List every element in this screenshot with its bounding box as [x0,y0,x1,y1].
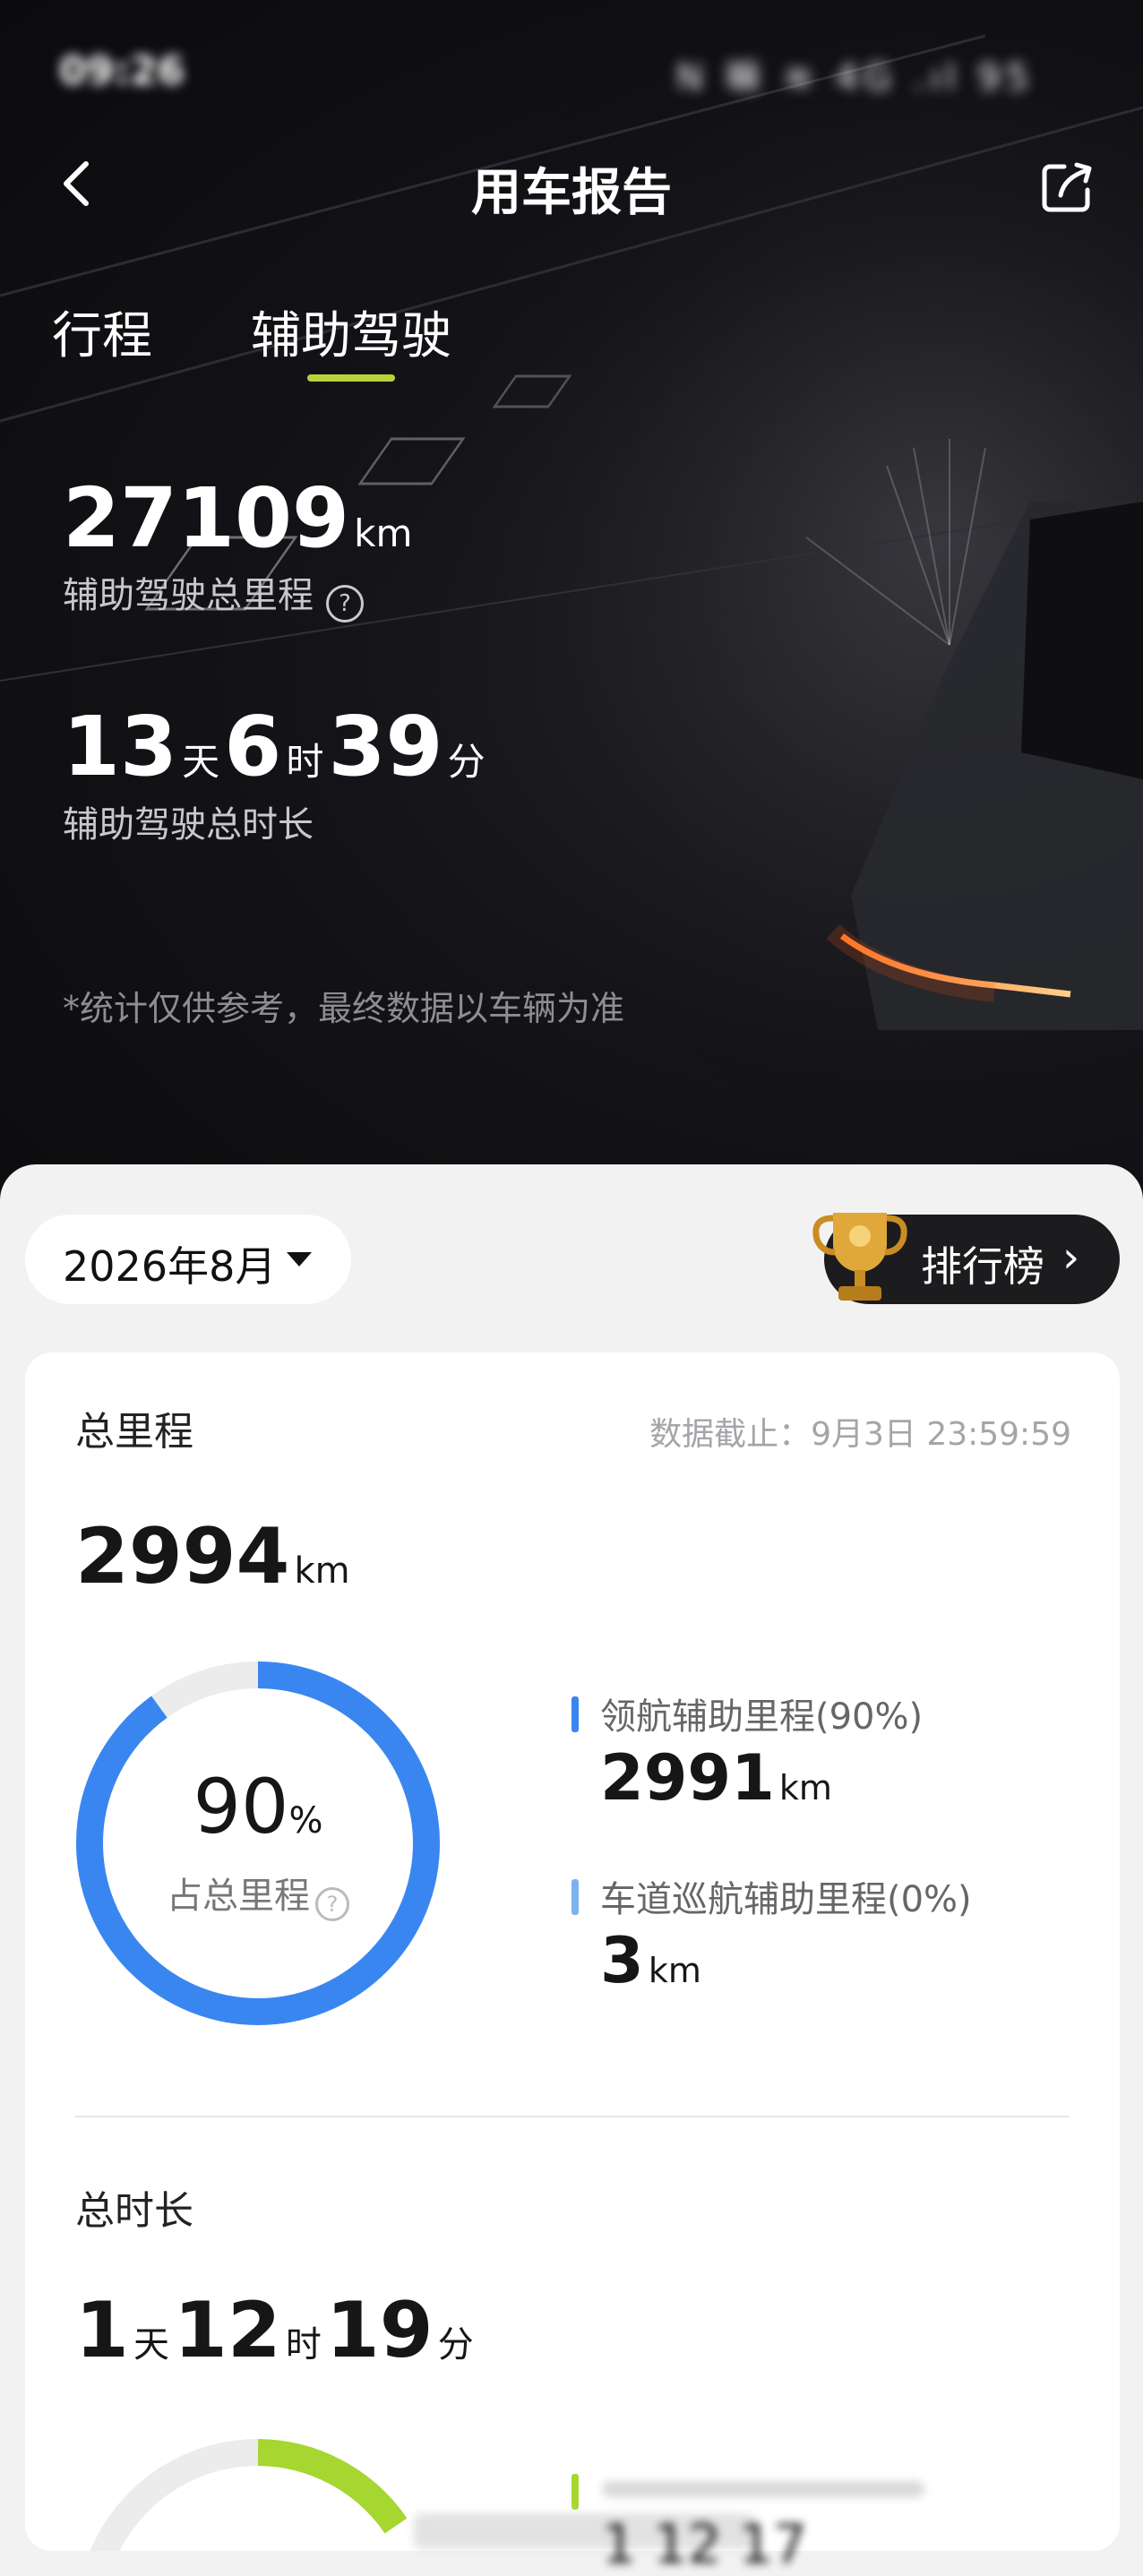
page-title: 用车报告 [471,164,672,222]
duration-total-days-unit: 天 [133,2324,169,2366]
legend-lane-cruise-label: 车道巡航辅助里程(0%) [600,1879,972,1920]
donut-label-row: 占总里程? [73,1867,443,1921]
duration-donut-chart [90,2439,408,2551]
ranking-label[interactable]: 排行榜 [921,1234,1044,1293]
legend-duration-value: 1 12 17 [602,2513,808,2576]
status-time: 09:26 [59,48,185,94]
duration-days-unit: 天 [182,740,220,784]
donut-fill-arc [257,2439,408,2534]
duration-days: 13 [63,699,178,794]
duration-minutes-unit: 分 [447,740,486,784]
total-duration-label: 辅助驾驶总时长 [63,804,314,846]
legend-navigation-value: 2991 [600,1741,775,1815]
legend-duration-label-placeholder [602,2481,924,2497]
month-selector-label[interactable]: 2026年8月 [63,1234,276,1293]
tab-assisted-driving[interactable]: 辅助驾驶 [251,296,451,368]
trophy-icon [812,1213,907,1301]
duration-total-days: 1 [75,2286,129,2375]
duration-hours-unit: 时 [286,740,324,784]
duration-total-minutes: 19 [325,2286,434,2375]
share-icon[interactable] [1039,159,1095,215]
donut-label: 占总里程 [167,1876,310,1917]
mileage-card-title: 总里程 [75,1409,193,1455]
active-tab-indicator [307,374,395,382]
legend-lane-cruise-value: 3 [600,1924,644,1997]
total-mileage-label-row: 辅助驾驶总里程? [63,566,364,623]
disclaimer-note: *统计仅供参考，最终数据以车辆为准 [63,989,625,1028]
donut-percent: 90% [73,1763,443,1850]
legend-swatch-navigation [572,1696,579,1732]
hero-banner: 09:26 N 嘛 ≋ 4G .ıl 95 用车报告 行程 辅助驾驶 27109… [0,0,1143,1200]
total-mileage-label: 辅助驾驶总里程 [63,575,314,616]
mileage-total-unit: km [294,1550,350,1592]
chevron-right-icon[interactable]: › [1062,1232,1079,1283]
duration-total: 1 天 12 时 19 分 [75,2286,474,2375]
caret-down-icon[interactable] [287,1252,312,1267]
legend-swatch-lane-cruise [572,1879,579,1915]
status-icons: N 嘛 ≋ 4G .ıl 95 [676,57,1035,99]
legend-swatch-duration [572,2474,579,2510]
legend-navigation-unit: km [778,1768,832,1807]
tab-trips[interactable]: 行程 [52,296,152,368]
mileage-total: 2994 km [75,1512,350,1601]
donut-percent-value: 90 [193,1763,289,1850]
legend-navigation-value-row: 2991 km [600,1741,832,1815]
total-mileage-unit: km [354,511,413,555]
help-icon[interactable]: ? [326,584,364,623]
legend-lane-cruise-value-row: 3 km [600,1924,701,1997]
total-mileage-value: 27109 [63,470,350,566]
duration-minutes: 39 [328,699,443,794]
donut-percent-sign: % [288,1800,323,1842]
help-icon[interactable]: ? [315,1886,349,1921]
section-divider [75,2116,1070,2117]
donut-track [90,2439,259,2551]
total-duration: 13 天 6 时 39 分 [63,699,486,794]
data-cutoff-timestamp: 数据截止：9月3日 23:59:59 [649,1416,1071,1453]
duration-card-title: 总时长 [75,2188,193,2234]
duration-total-hours: 12 [174,2286,281,2375]
duration-hours: 6 [224,699,282,794]
duration-total-hours-unit: 时 [285,2324,322,2366]
duration-total-minutes-unit: 分 [437,2324,474,2366]
legend-navigation-label: 领航辅助里程(90%) [600,1696,924,1738]
total-mileage: 27109 km [63,470,412,566]
mileage-total-value: 2994 [75,1512,290,1601]
legend-lane-cruise-unit: km [648,1951,701,1990]
